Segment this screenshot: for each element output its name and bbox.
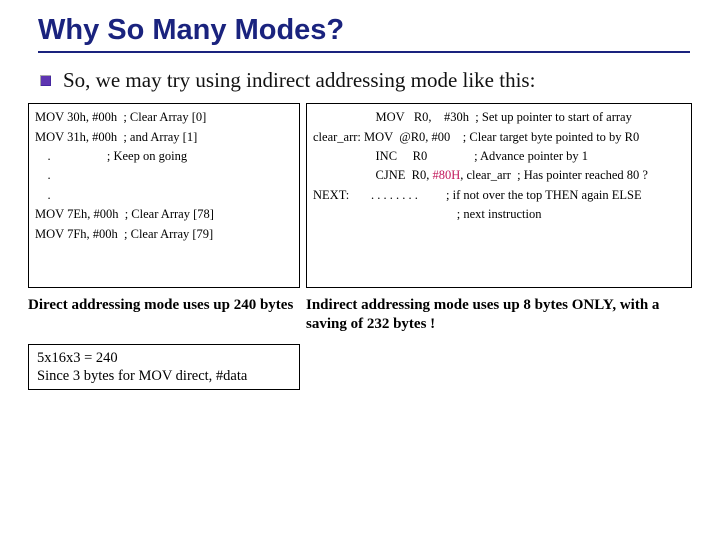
code-line: MOV 7Fh, #00h ; Clear Array [79] xyxy=(35,225,293,244)
bullet-icon xyxy=(40,75,51,86)
note-line: 5x16x3 = 240 xyxy=(37,349,291,367)
calculation-note: 5x16x3 = 240 Since 3 bytes for MOV direc… xyxy=(28,344,300,390)
code-line: . ; Keep on going xyxy=(35,147,293,166)
caption-direct: Direct addressing mode uses up 240 bytes xyxy=(28,296,300,334)
direct-code-box: MOV 30h, #00h ; Clear Array [0] MOV 31h,… xyxy=(28,103,300,288)
code-columns: MOV 30h, #00h ; Clear Array [0] MOV 31h,… xyxy=(28,103,694,288)
slide: Why So Many Modes? So, we may try using … xyxy=(0,0,720,540)
code-line: CJNE R0, #80H, clear_arr ; Has pointer r… xyxy=(313,166,685,185)
caption-indirect: Indirect addressing mode uses up 8 bytes… xyxy=(306,296,692,334)
code-line: clear_arr: MOV @R0, #00 ; Clear target b… xyxy=(313,128,685,147)
code-line: MOV 30h, #00h ; Clear Array [0] xyxy=(35,108,293,127)
code-line: NEXT: . . . . . . . . ; if not over the … xyxy=(313,186,685,205)
code-line: . xyxy=(35,166,293,185)
code-line: MOV R0, #30h ; Set up pointer to start o… xyxy=(313,108,685,127)
code-line: INC R0 ; Advance pointer by 1 xyxy=(313,147,685,166)
code-line: . xyxy=(35,186,293,205)
highlight-value: #80H xyxy=(432,168,460,182)
intro-row: So, we may try using indirect addressing… xyxy=(40,67,694,93)
code-line: ; next instruction xyxy=(313,205,685,224)
note-line: Since 3 bytes for MOV direct, #data xyxy=(37,367,291,385)
code-line: MOV 7Eh, #00h ; Clear Array [78] xyxy=(35,205,293,224)
indirect-code-box: MOV R0, #30h ; Set up pointer to start o… xyxy=(306,103,692,288)
slide-title: Why So Many Modes? xyxy=(38,14,690,47)
intro-text: So, we may try using indirect addressing… xyxy=(63,67,535,93)
code-line: MOV 31h, #00h ; and Array [1] xyxy=(35,128,293,147)
caption-row: Direct addressing mode uses up 240 bytes… xyxy=(28,296,694,334)
title-underline: Why So Many Modes? xyxy=(38,14,690,53)
